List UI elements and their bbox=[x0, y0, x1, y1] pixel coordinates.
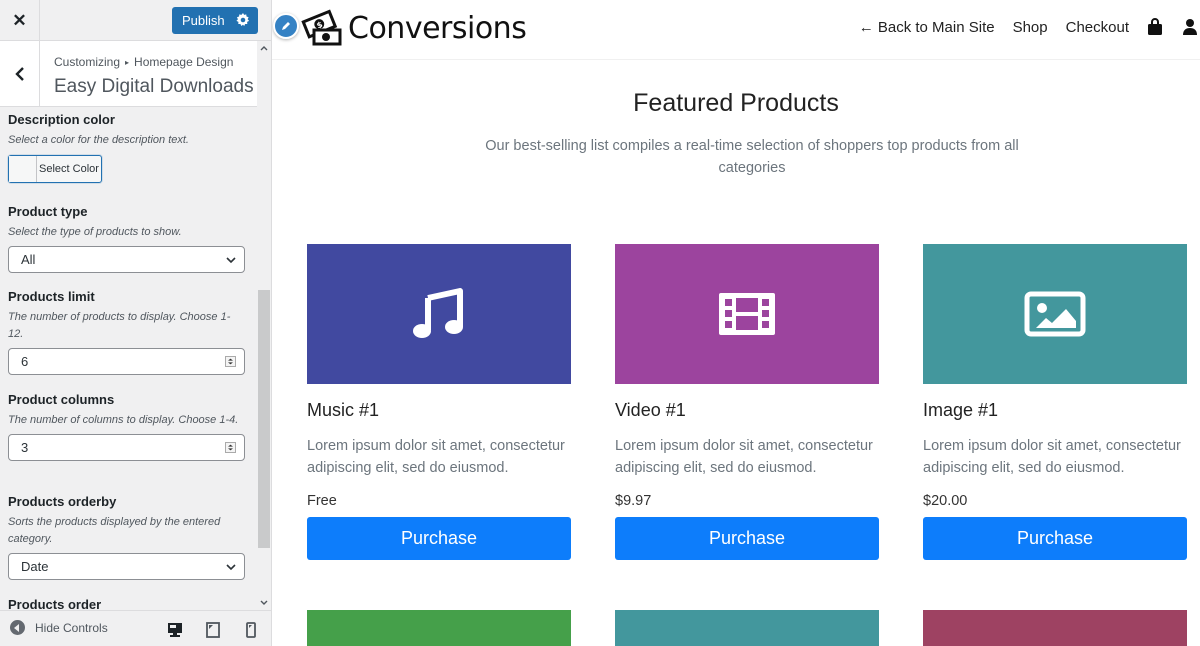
control-label: Products orderby bbox=[8, 494, 117, 509]
product-thumbnail-next-row[interactable] bbox=[615, 610, 879, 646]
product-description: Lorem ipsum dolor sit amet, consectetur … bbox=[615, 438, 873, 476]
controls-list: Description color Select a color for the… bbox=[0, 108, 257, 610]
product-name[interactable]: Video #1 bbox=[615, 400, 879, 421]
panel-header: Customizing ▸ Homepage Design Easy Digital… bbox=[0, 41, 257, 107]
money-icon: $ bbox=[301, 9, 342, 46]
product-thumbnail[interactable] bbox=[307, 244, 571, 384]
control-description-color: Description color Select a color for the… bbox=[8, 112, 245, 183]
control-description: The number of products to display. Choos… bbox=[8, 311, 231, 340]
product-thumbnail-next-row[interactable] bbox=[307, 610, 571, 646]
music-note-icon bbox=[413, 288, 463, 338]
products-limit-input[interactable]: 6 bbox=[8, 348, 245, 375]
control-products-limit: Products limit The number of products to… bbox=[8, 289, 245, 375]
nav-checkout[interactable]: Checkout bbox=[1066, 19, 1129, 36]
spinner-icon[interactable] bbox=[225, 356, 236, 367]
product-description: Lorem ipsum dolor sit amet, consectetur … bbox=[923, 438, 1181, 476]
pencil-icon bbox=[282, 22, 290, 30]
control-description: Select the type of products to show. bbox=[8, 226, 182, 238]
select-value: All bbox=[21, 252, 36, 267]
control-product-columns: Product columns The number of columns to… bbox=[8, 392, 245, 461]
purchase-button[interactable]: Purchase bbox=[615, 517, 879, 560]
product-thumbnail[interactable] bbox=[923, 244, 1187, 384]
control-product-type: Product type Select the type of products… bbox=[8, 204, 245, 273]
product-type-select[interactable]: All bbox=[8, 246, 245, 273]
control-label: Description color bbox=[8, 112, 115, 127]
control-label: Product type bbox=[8, 204, 88, 219]
tablet-icon[interactable] bbox=[204, 622, 222, 638]
product-price: Free bbox=[307, 493, 337, 509]
nav-back-to-main-site[interactable]: ← Back to Main Site bbox=[859, 19, 995, 36]
product-columns-input[interactable]: 3 bbox=[8, 434, 245, 461]
input-value: 6 bbox=[21, 354, 29, 369]
products-orderby-select[interactable]: Date bbox=[8, 553, 245, 580]
product-card: Music #1 Lorem ipsum dolor sit amet, con… bbox=[307, 244, 571, 560]
breadcrumb: Customizing ▸ Homepage Design bbox=[54, 55, 233, 69]
customizer-sidebar: ✕ Publish Customizing ▸ Homepage Design Ea… bbox=[0, 0, 272, 646]
chevron-down-icon bbox=[226, 257, 236, 264]
site-preview: $ Conversions ← Back to Main Site Shop C… bbox=[272, 0, 1200, 646]
nav-shop[interactable]: Shop bbox=[1013, 19, 1048, 36]
product-thumbnail-next-row[interactable] bbox=[923, 610, 1187, 646]
color-swatch bbox=[9, 156, 37, 182]
shopping-bag-icon[interactable] bbox=[1147, 18, 1163, 36]
control-description: The number of columns to display. Choose… bbox=[8, 414, 239, 426]
select-color-label: Select Color bbox=[39, 163, 99, 175]
gear-icon[interactable] bbox=[236, 13, 250, 27]
control-description: Sorts the products displayed by the ente… bbox=[8, 516, 221, 545]
close-icon: ✕ bbox=[12, 10, 27, 30]
breadcrumb-section: Homepage Design bbox=[134, 55, 234, 69]
scroll-up-arrow[interactable] bbox=[257, 41, 271, 55]
site-logo[interactable]: $ Conversions bbox=[300, 8, 527, 48]
product-name[interactable]: Music #1 bbox=[307, 400, 571, 421]
site-header: $ Conversions ← Back to Main Site Shop C… bbox=[272, 0, 1200, 60]
input-value: 3 bbox=[21, 440, 29, 455]
purchase-button[interactable]: Purchase bbox=[307, 517, 571, 560]
publish-label: Publish bbox=[182, 13, 225, 28]
sidebar-header: ✕ Publish bbox=[0, 0, 271, 41]
site-name: Conversions bbox=[348, 10, 527, 46]
product-name[interactable]: Image #1 bbox=[923, 400, 1187, 421]
purchase-button[interactable]: Purchase bbox=[923, 517, 1187, 560]
publish-button[interactable]: Publish bbox=[172, 7, 258, 34]
control-label: Products limit bbox=[8, 289, 95, 304]
scroll-down-arrow[interactable] bbox=[257, 596, 271, 610]
product-thumbnail[interactable] bbox=[615, 244, 879, 384]
select-color-button[interactable]: Select Color bbox=[8, 155, 102, 183]
product-description: Lorem ipsum dolor sit amet, consectetur … bbox=[307, 438, 565, 476]
control-products-order: Products order bbox=[8, 597, 245, 610]
section-subtitle: Our best-selling list compiles a real-ti… bbox=[485, 138, 1019, 176]
user-icon[interactable] bbox=[1183, 18, 1197, 36]
back-button[interactable] bbox=[0, 41, 40, 107]
close-customizer-button[interactable]: ✕ bbox=[0, 0, 40, 41]
select-value: Date bbox=[21, 559, 49, 574]
product-card: Video #1 Lorem ipsum dolor sit amet, con… bbox=[615, 244, 879, 560]
mobile-icon[interactable] bbox=[242, 622, 260, 638]
scrollbar-thumb[interactable] bbox=[258, 290, 270, 548]
chevron-down-icon bbox=[226, 564, 236, 571]
product-price: $9.97 bbox=[615, 493, 652, 509]
hide-controls-button[interactable]: Hide Controls bbox=[10, 620, 108, 635]
hide-controls-label: Hide Controls bbox=[35, 620, 108, 635]
control-description: Select a color for the description text. bbox=[8, 134, 189, 146]
sidebar-footer: Hide Controls bbox=[0, 610, 271, 646]
section-title: Featured Products bbox=[633, 89, 839, 117]
sidebar-scrollbar[interactable] bbox=[257, 41, 271, 610]
main-nav: ← Back to Main Site Shop Checkout bbox=[859, 18, 1200, 36]
control-label: Product columns bbox=[8, 392, 115, 407]
customizer-window: ✕ Publish Customizing ▸ Homepage Design Ea… bbox=[0, 0, 1200, 646]
panel-title: Easy Digital Downloads bbox=[54, 76, 254, 97]
control-products-orderby: Products orderby Sorts the products disp… bbox=[8, 494, 245, 580]
breadcrumb-separator: ▸ bbox=[125, 58, 130, 67]
image-icon bbox=[1024, 291, 1086, 337]
product-price: $20.00 bbox=[923, 493, 968, 509]
collapse-icon bbox=[10, 620, 25, 635]
edit-shortcut-button[interactable] bbox=[273, 13, 299, 39]
chevron-left-icon bbox=[14, 67, 24, 81]
film-icon bbox=[719, 293, 775, 335]
spinner-icon[interactable] bbox=[225, 442, 236, 453]
desktop-icon[interactable] bbox=[166, 622, 184, 638]
product-card: Image #1 Lorem ipsum dolor sit amet, con… bbox=[923, 244, 1187, 560]
breadcrumb-root: Customizing bbox=[54, 55, 121, 69]
control-label: Products order bbox=[8, 597, 102, 610]
